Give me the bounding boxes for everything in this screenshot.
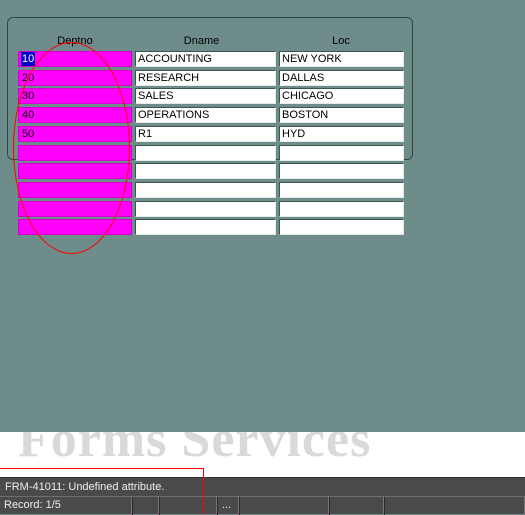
- dname-field[interactable]: [135, 201, 276, 217]
- annotation-ellipse: [13, 42, 130, 254]
- status-segment: [384, 497, 525, 515]
- loc-field[interactable]: NEW YORK: [279, 51, 404, 67]
- dname-field[interactable]: ACCOUNTING: [135, 51, 276, 67]
- loc-field[interactable]: CHICAGO: [279, 88, 404, 104]
- dname-field[interactable]: SALES: [135, 88, 276, 104]
- loc-field[interactable]: DALLAS: [279, 70, 404, 86]
- column-header-loc: Loc: [332, 35, 350, 47]
- loc-field[interactable]: BOSTON: [279, 107, 404, 123]
- loc-field[interactable]: [279, 201, 404, 217]
- loc-field[interactable]: [279, 219, 404, 235]
- dname-field[interactable]: R1: [135, 126, 276, 142]
- loc-field[interactable]: HYD: [279, 126, 404, 142]
- deptno-value: 10: [21, 52, 36, 66]
- loc-field[interactable]: [279, 163, 404, 179]
- loc-field[interactable]: [279, 182, 404, 198]
- status-segment: [329, 497, 384, 515]
- dname-field[interactable]: [135, 163, 276, 179]
- dname-field[interactable]: [135, 182, 276, 198]
- dname-field[interactable]: [135, 145, 276, 161]
- column-header-dname: Dname: [183, 35, 220, 47]
- status-segment: [239, 497, 329, 515]
- loc-field[interactable]: [279, 145, 404, 161]
- status-ellipsis: ...: [217, 497, 239, 515]
- annotation-rectangle: [0, 468, 204, 514]
- dname-field[interactable]: [135, 219, 276, 235]
- banner-text: Forms Services: [18, 432, 372, 468]
- dname-field[interactable]: RESEARCH: [135, 70, 276, 86]
- dname-field[interactable]: OPERATIONS: [135, 107, 276, 123]
